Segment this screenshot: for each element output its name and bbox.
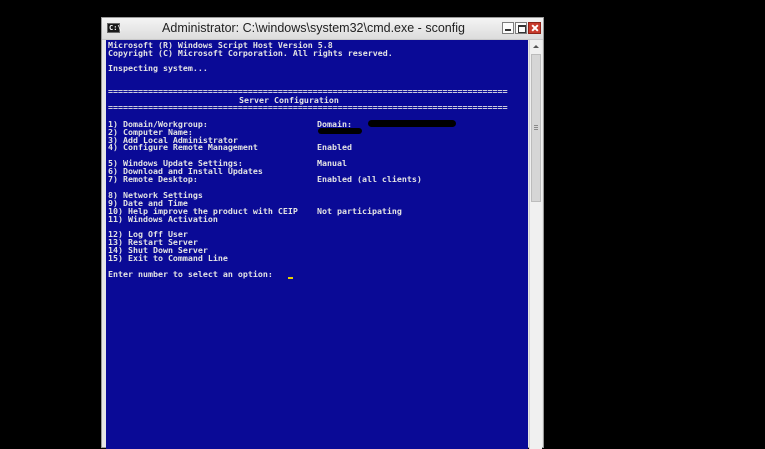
inspecting-status-line: Inspecting system... <box>108 63 208 73</box>
scrollbar-thumb[interactable] <box>531 54 541 202</box>
option-prompt[interactable]: Enter number to select an option: <box>108 270 273 279</box>
remote-management-value: Enabled <box>317 142 352 152</box>
ceip-value: Not participating <box>317 206 402 216</box>
console-app-icon[interactable]: C:\ <box>107 23 122 33</box>
scroll-up-arrow-icon[interactable] <box>530 40 542 53</box>
remote-desktop-value: Enabled (all clients) <box>317 174 422 184</box>
copyright-line: Copyright (C) Microsoft Corporation. All… <box>108 48 393 58</box>
cmd-window: C:\ Administrator: C:\windows\system32\c… <box>101 17 544 449</box>
maximize-button[interactable] <box>515 22 527 34</box>
separator-line: ========================================… <box>108 102 508 112</box>
minimize-button[interactable] <box>502 22 514 34</box>
menu-item-windows-activation: 11) Windows Activation <box>108 214 218 224</box>
title-bar[interactable]: C:\ Administrator: C:\windows\system32\c… <box>102 18 543 40</box>
window-title: Administrator: C:\windows\system32\cmd.e… <box>162 21 465 35</box>
close-button[interactable] <box>528 22 541 34</box>
menu-item-remote-desktop: 7) Remote Desktop: <box>108 174 198 184</box>
menu-item-exit: 15) Exit to Command Line <box>108 253 228 263</box>
text-cursor <box>288 277 293 279</box>
console-output[interactable]: Microsoft (R) Windows Script Host Versio… <box>106 40 528 449</box>
redaction-mark <box>368 120 456 127</box>
menu-item-remote-management: 4) Configure Remote Management <box>108 142 258 152</box>
vertical-scrollbar[interactable] <box>529 40 542 449</box>
scroll-grip-icon <box>534 125 538 131</box>
windows-update-value: Manual <box>317 158 347 168</box>
redaction-mark <box>318 128 362 134</box>
